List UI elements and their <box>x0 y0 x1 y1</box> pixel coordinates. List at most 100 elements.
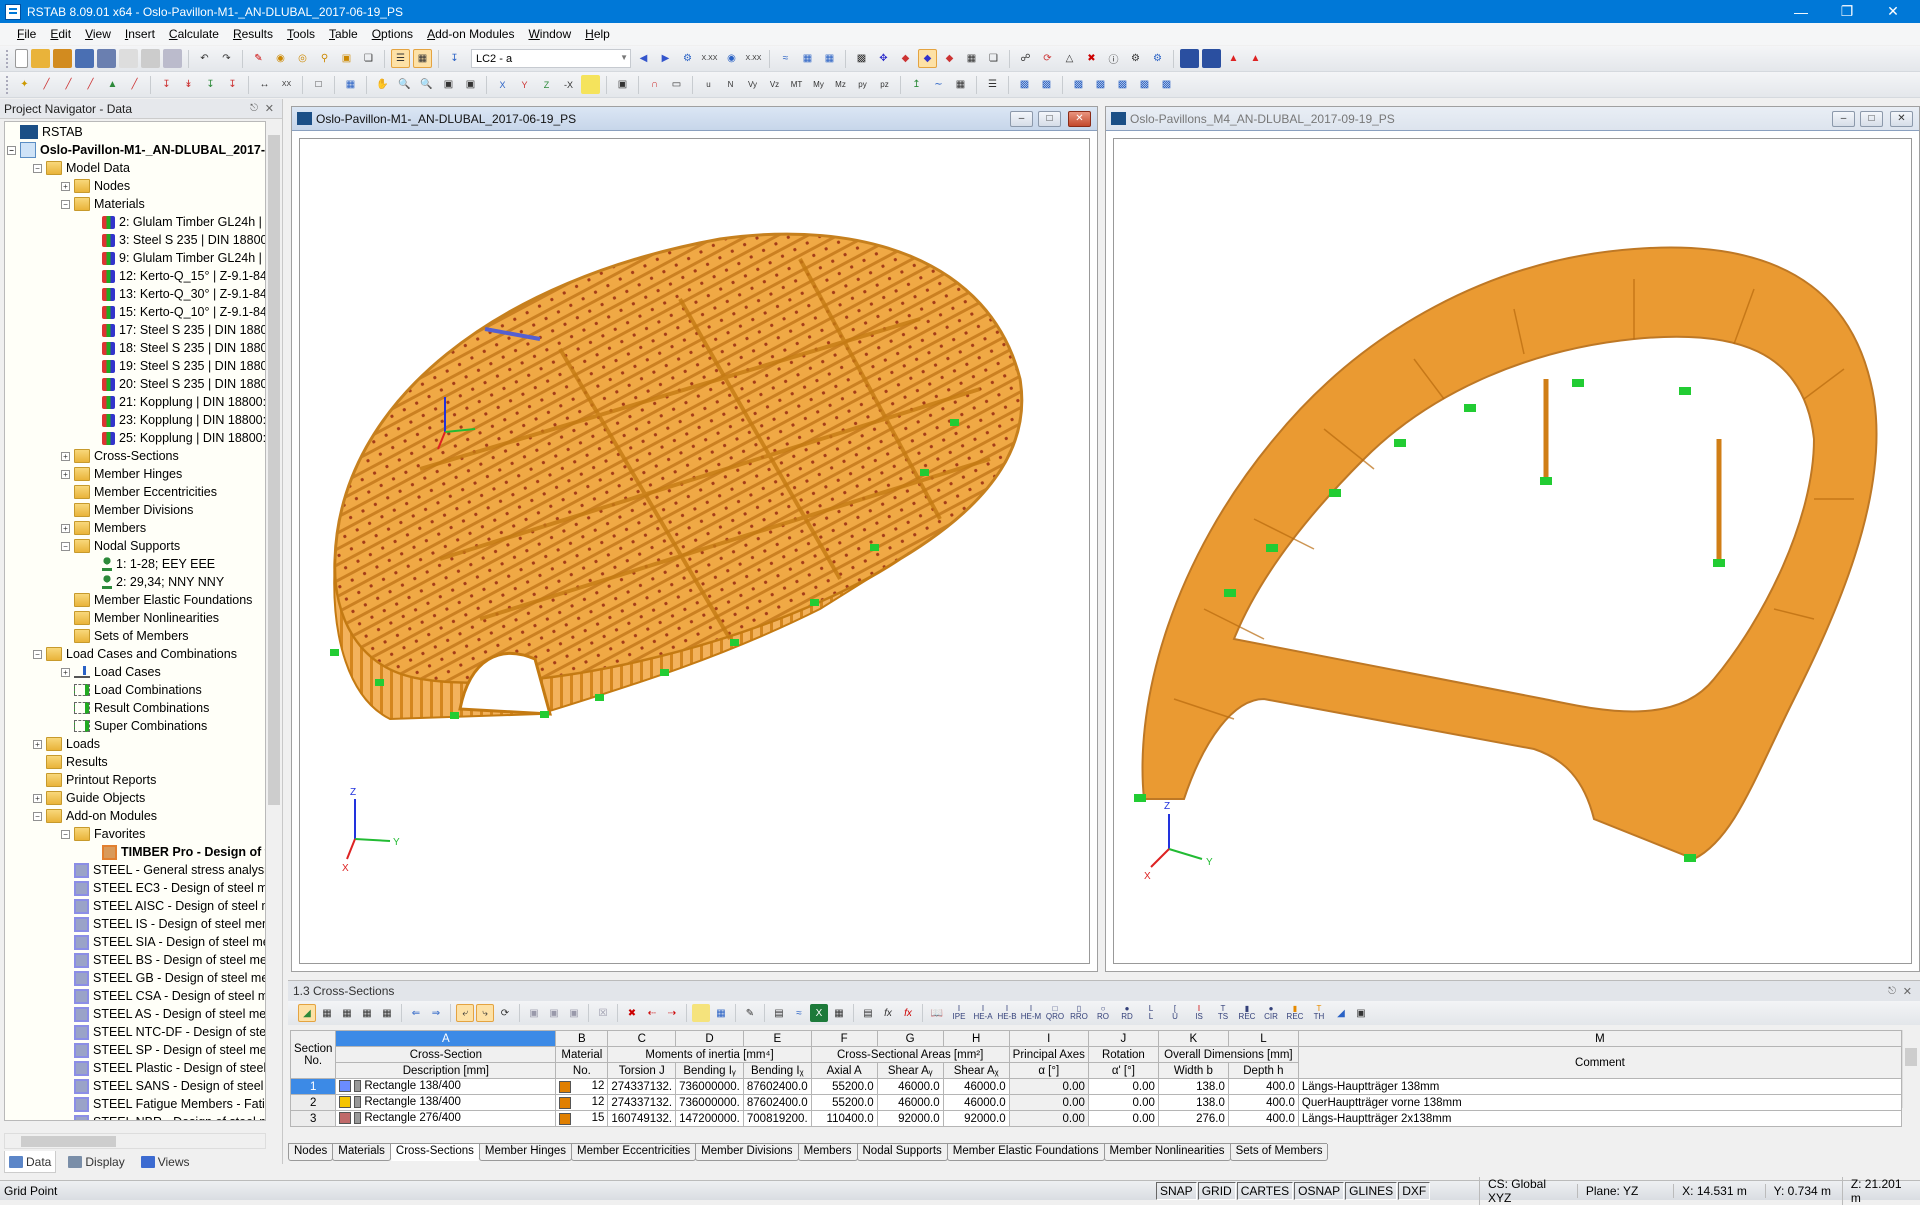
view-x-axis-icon[interactable]: X <box>493 75 512 94</box>
viewport-close-button[interactable]: ✕ <box>1890 111 1913 127</box>
cell-alpha_p[interactable]: 0.00 <box>1087 1094 1159 1111</box>
tree-item[interactable]: STEEL CSA - Design of steel memb <box>74 987 265 1005</box>
pdf-export-icon[interactable]: ▲ <box>1246 49 1265 68</box>
column-b-header[interactable]: B <box>555 1030 609 1047</box>
rotate-icon[interactable]: ⟳ <box>1038 49 1057 68</box>
export-column-icon[interactable]: ⇢ <box>663 1004 681 1022</box>
cell-comment[interactable]: QuerHauptträger vorne 138mm <box>1297 1094 1903 1111</box>
cell-b[interactable]: 138.0 <box>1157 1094 1229 1111</box>
select-node-icon[interactable]: ◉ <box>271 49 290 68</box>
cell-material[interactable]: 12 <box>555 1078 609 1095</box>
model-canvas-2[interactable]: Z Y X <box>1113 138 1912 964</box>
member-divide-icon[interactable]: ╱ <box>125 75 144 94</box>
cell-ay[interactable]: 92000.0 <box>876 1110 944 1127</box>
close-icon[interactable]: ✕ <box>1903 985 1912 998</box>
options-icon[interactable]: ⚙ <box>1148 49 1167 68</box>
filter-1-icon[interactable]: ▩ <box>1015 75 1034 94</box>
collapse-icon[interactable]: − <box>61 199 70 209</box>
open-file-icon[interactable] <box>31 49 50 68</box>
filter-5-icon[interactable]: ▩ <box>1113 75 1132 94</box>
tree-item[interactable]: Member Nonlinearities <box>74 609 219 627</box>
expand-icon[interactable]: + <box>61 181 70 191</box>
tree-item[interactable]: 2: Glulam Timber GL24h | DIN <box>102 213 265 231</box>
support-icon[interactable]: ▲ <box>103 75 122 94</box>
cell-b[interactable]: 138.0 <box>1157 1078 1229 1095</box>
tree-item[interactable]: + Loads <box>33 735 100 753</box>
section-heb-icon[interactable]: I HE-B <box>996 1005 1018 1021</box>
cell-h[interactable]: 400.0 <box>1227 1094 1299 1111</box>
new-member-icon[interactable]: ╱ <box>37 75 56 94</box>
chain-icon[interactable]: ☍ <box>1016 49 1035 68</box>
insert-value-icon[interactable]: ▤ <box>859 1004 877 1022</box>
column-f-header[interactable]: F <box>810 1030 878 1047</box>
pdf-icon[interactable]: ▲ <box>1224 49 1243 68</box>
cell-alpha[interactable]: 0.00 <box>1008 1094 1089 1111</box>
expand-icon[interactable]: + <box>61 469 70 479</box>
view-neg-x-icon[interactable]: -X <box>559 75 578 94</box>
cell-alpha_p[interactable]: 0.00 <box>1087 1078 1159 1095</box>
next-table-icon[interactable]: ⇒ <box>427 1004 445 1022</box>
tree-item[interactable]: − Load Cases and Combinations <box>33 645 237 663</box>
expand-icon[interactable]: + <box>33 739 42 749</box>
cell-description[interactable]: Rectangle 276/400 <box>335 1110 557 1127</box>
delete-row-icon[interactable]: ▦ <box>358 1004 376 1022</box>
edit-comment-icon[interactable]: ✎ <box>741 1004 759 1022</box>
glines-toggle[interactable]: GLINES <box>1345 1181 1398 1200</box>
tree-item[interactable]: STEEL NTC-DF - Design of steel m <box>74 1023 265 1041</box>
cell-az[interactable]: 46000.0 <box>942 1078 1010 1095</box>
tree-item[interactable]: Results <box>46 753 108 771</box>
section-rec-icon[interactable]: ▮ REC <box>1236 1005 1258 1021</box>
nodal-load-icon[interactable]: ↧ <box>157 75 176 94</box>
info-icon[interactable]: ⓘ <box>1104 49 1123 68</box>
tree-item[interactable]: 19: Steel S 235 | DIN 18800:1990 <box>102 357 265 375</box>
tree-item[interactable]: 3: Steel S 235 | DIN 18800:1990- <box>102 231 265 249</box>
tree-item[interactable]: STEEL - General stress analysis of s <box>74 861 265 879</box>
pan-icon[interactable]: ✋ <box>373 75 392 94</box>
clipboard-icon[interactable] <box>119 49 138 68</box>
cell-description[interactable]: Rectangle 138/400 <box>335 1094 557 1111</box>
tree-item[interactable]: RSTAB <box>20 123 83 141</box>
thin-walled-section-icon[interactable]: ◢ <box>1332 1004 1350 1022</box>
tab-display[interactable]: Display <box>64 1151 128 1173</box>
tree-item[interactable]: STEEL NBR - Design of steel meml <box>74 1113 265 1120</box>
tree-item[interactable]: 1: 1-28; EEY EEE <box>102 555 215 573</box>
tree-item[interactable]: STEEL SP - Design of steel membe <box>74 1041 265 1059</box>
cell-h[interactable]: 400.0 <box>1227 1078 1299 1095</box>
cell-j[interactable]: 274337132. <box>607 1094 677 1111</box>
pin-icon[interactable]: ⎋ <box>250 103 258 114</box>
previous-load-case-icon[interactable]: ◀ <box>634 49 653 68</box>
sheet-tab-sets-of-members[interactable]: Sets of Members <box>1229 1144 1329 1161</box>
sheet-tab-member-divisions[interactable]: Member Divisions <box>695 1144 799 1161</box>
cell-iy[interactable]: 736000000. <box>675 1094 744 1111</box>
section-library-icon[interactable]: ▤ <box>770 1004 788 1022</box>
tree-item[interactable]: 13: Kerto-Q_30° | Z-9.1-847 <box>102 285 265 303</box>
section-ipe-icon[interactable]: I IPE <box>948 1005 970 1021</box>
show-values-icon[interactable]: X.XX <box>700 49 719 68</box>
tree-item[interactable]: − Favorites <box>61 825 145 843</box>
zoom-window-icon[interactable]: 🔍 <box>395 75 414 94</box>
export-icon[interactable] <box>1180 49 1199 68</box>
collapse-icon[interactable]: − <box>61 541 70 551</box>
column-h-header[interactable]: H <box>942 1030 1010 1047</box>
color-scheme-icon[interactable] <box>581 75 600 94</box>
section-rro-icon[interactable]: ▯ RRO <box>1068 1005 1090 1021</box>
tab-data[interactable]: Data <box>4 1151 57 1173</box>
import-column-icon[interactable]: ⇠ <box>643 1004 661 1022</box>
filter-c-icon[interactable]: ▣ <box>565 1004 583 1022</box>
cell-a[interactable]: 55200.0 <box>810 1078 878 1095</box>
cell-iz[interactable]: 87602400.0 <box>742 1078 812 1095</box>
snap-toggle[interactable]: SNAP <box>1156 1181 1197 1200</box>
tree-item[interactable]: 18: Steel S 235 | DIN 18800:1990 <box>102 339 265 357</box>
print-icon[interactable] <box>141 49 160 68</box>
member-set-icon[interactable]: ╱ <box>59 75 78 94</box>
edit-model-icon[interactable]: ✎ <box>249 49 268 68</box>
dimension-icon[interactable]: ↔ <box>255 75 274 94</box>
tree-item[interactable]: 9: Glulam Timber GL24h | DIN <box>102 249 265 267</box>
sheet-tab-member-hinges[interactable]: Member Hinges <box>478 1144 573 1161</box>
tree-item[interactable]: STEEL GB - Design of steel membe <box>74 969 265 987</box>
restore-button[interactable]: ❐ <box>1824 0 1870 23</box>
model-canvas-1[interactable]: Z Y X <box>299 138 1090 964</box>
cell-az[interactable]: 92000.0 <box>942 1110 1010 1127</box>
member-results-icon[interactable]: ∩ <box>645 75 664 94</box>
section-book-icon[interactable]: 📖 <box>928 1004 946 1022</box>
